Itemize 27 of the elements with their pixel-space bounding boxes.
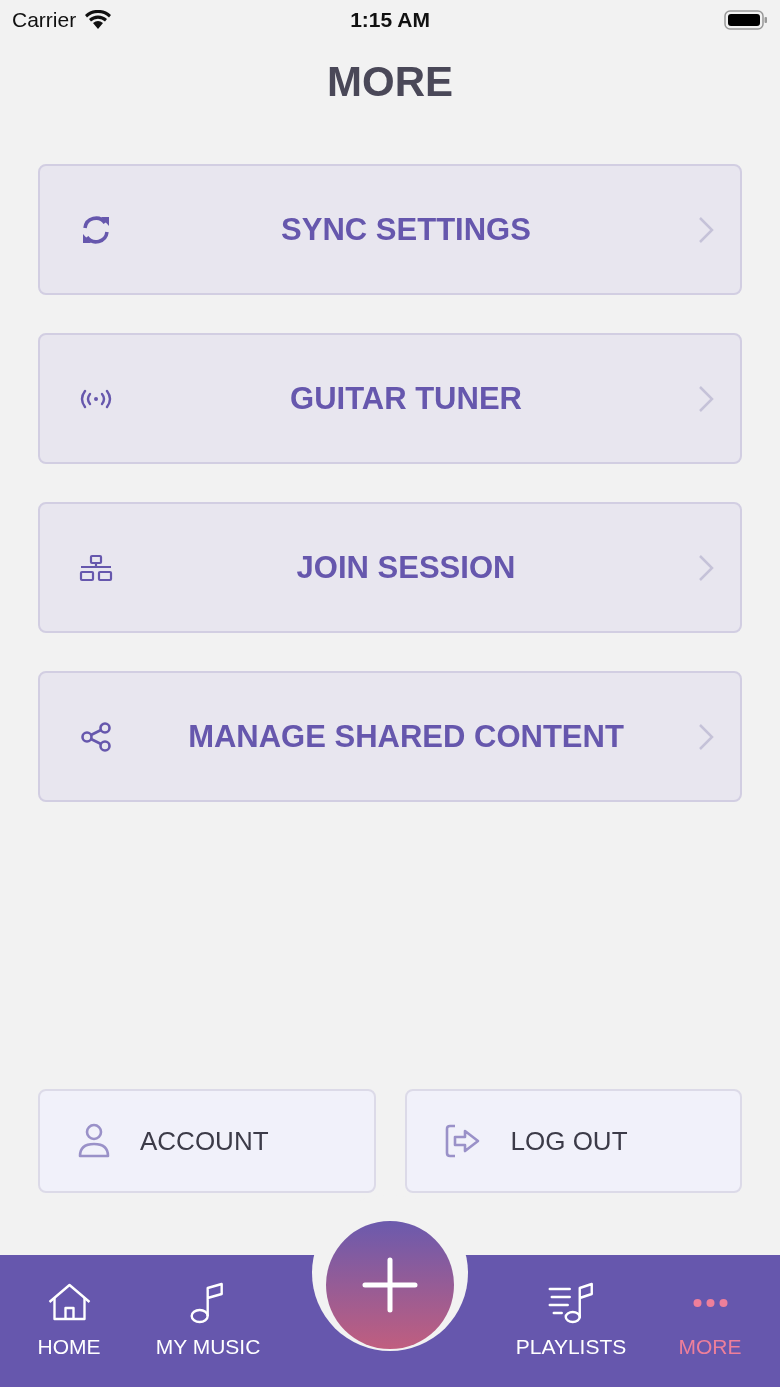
page-title: MORE xyxy=(327,58,453,106)
logout-icon xyxy=(444,1124,481,1158)
chevron-icon xyxy=(698,215,714,244)
share-icon xyxy=(78,721,114,752)
plus-icon xyxy=(362,1257,418,1313)
home-icon xyxy=(47,1283,91,1323)
network-icon xyxy=(78,553,114,582)
account-button[interactable]: ACCOUNT xyxy=(38,1089,376,1193)
menu-item[interactable]: MANAGE SHARED CONTENT xyxy=(38,671,742,802)
chevron-icon xyxy=(698,384,714,413)
wifi-icon xyxy=(84,10,113,30)
carrier-name: Carrier xyxy=(12,8,77,32)
chevron-icon xyxy=(698,722,714,751)
music-note-icon xyxy=(190,1282,226,1324)
tab-item[interactable]: MY MUSIC xyxy=(155,1281,261,1359)
logout-button[interactable]: LOG OUT xyxy=(404,1089,742,1193)
menu-item[interactable]: GUITAR TUNER xyxy=(38,333,742,464)
person-icon xyxy=(78,1123,110,1159)
playlist-icon xyxy=(548,1282,594,1324)
menu-item[interactable]: SYNC SETTINGS xyxy=(38,164,742,295)
tab-item[interactable]: HOME xyxy=(37,1281,101,1359)
clock-time: 1:15 AM xyxy=(350,8,430,32)
more-icon xyxy=(692,1298,728,1308)
tab-item[interactable]: PLAYLISTS xyxy=(515,1281,627,1359)
battery-icon xyxy=(724,9,768,31)
chevron-icon xyxy=(698,553,714,582)
menu-item[interactable]: JOIN SESSION xyxy=(38,502,742,633)
